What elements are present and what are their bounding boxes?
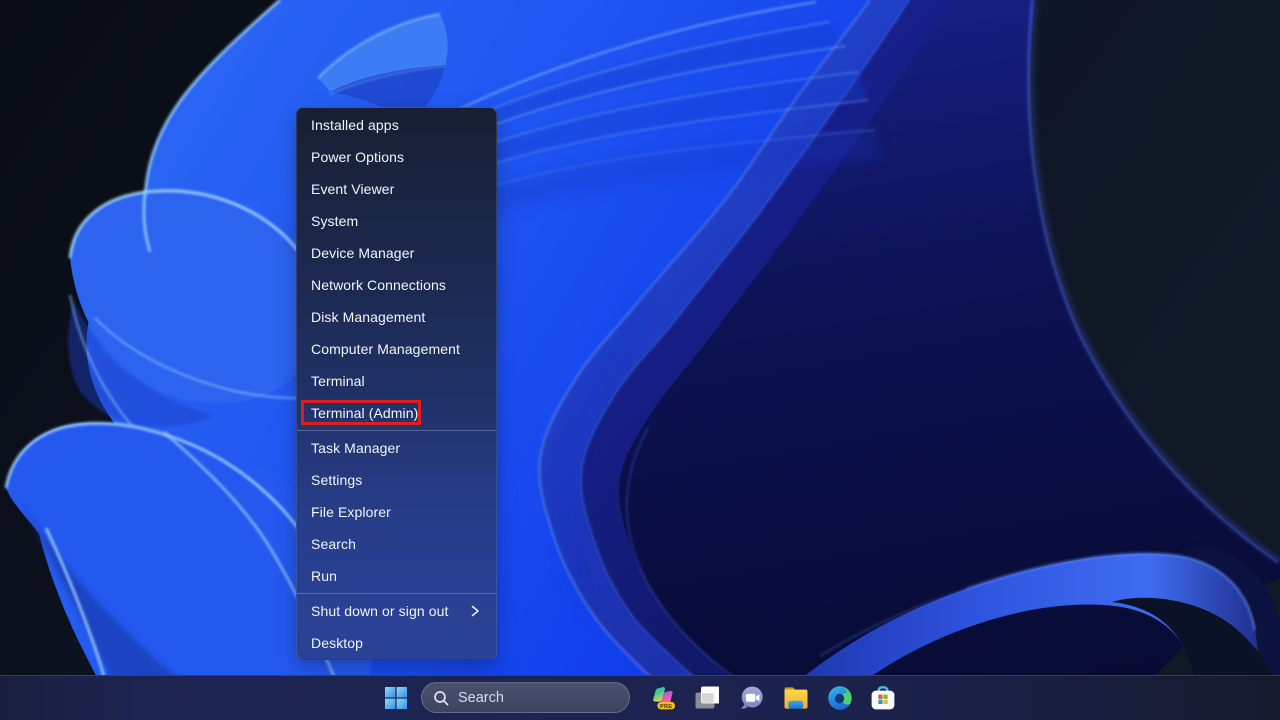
svg-text:PRE: PRE [660,704,672,710]
